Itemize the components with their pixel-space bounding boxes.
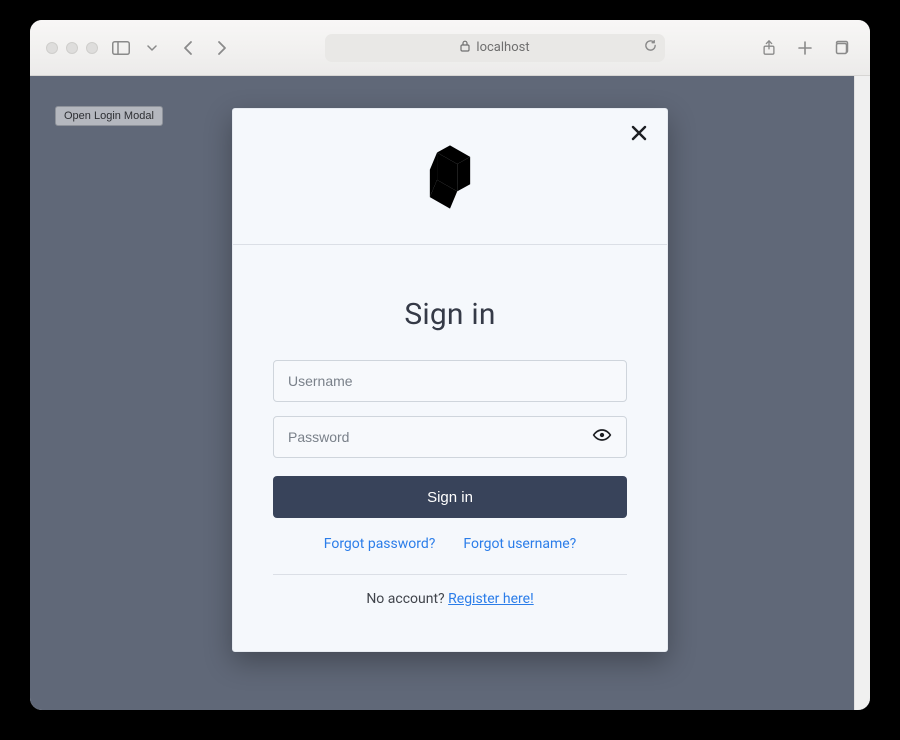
- signup-row: No account? Register here!: [273, 591, 627, 607]
- window-close-dot[interactable]: [46, 42, 58, 54]
- new-tab-button[interactable]: [792, 36, 818, 60]
- register-link[interactable]: Register here!: [448, 591, 534, 607]
- password-field-wrapper: [273, 416, 627, 458]
- open-login-modal-button[interactable]: Open Login Modal: [55, 106, 163, 126]
- password-input[interactable]: [286, 428, 590, 446]
- tab-dropdown-button[interactable]: [144, 36, 160, 60]
- divider: [273, 574, 627, 575]
- modal-body: Sign in Sign in Forg: [233, 245, 667, 651]
- forgot-password-link[interactable]: Forgot password?: [324, 536, 436, 552]
- sidebar-toggle-button[interactable]: [108, 36, 134, 60]
- lock-icon: [460, 40, 470, 56]
- sign-in-button[interactable]: Sign in: [273, 476, 627, 518]
- toggle-password-visibility-button[interactable]: [590, 425, 614, 449]
- window-minimize-dot[interactable]: [66, 42, 78, 54]
- login-modal: Sign in Sign in Forg: [232, 108, 668, 652]
- modal-title: Sign in: [273, 297, 627, 332]
- share-button[interactable]: [756, 36, 782, 60]
- username-field-wrapper: [273, 360, 627, 402]
- nav-back-button[interactable]: [176, 36, 202, 60]
- browser-toolbar: localhost: [30, 20, 870, 76]
- modal-header: [233, 109, 667, 245]
- no-account-text: No account?: [366, 591, 448, 607]
- nav-forward-button[interactable]: [208, 36, 234, 60]
- helper-links: Forgot password? Forgot username?: [273, 536, 627, 552]
- window-controls: [46, 42, 98, 54]
- brand-logo-icon: [414, 141, 486, 213]
- address-bar[interactable]: localhost: [325, 34, 665, 62]
- page-viewport: Open Login Modal: [30, 76, 870, 710]
- window-zoom-dot[interactable]: [86, 42, 98, 54]
- eye-icon: [592, 425, 612, 449]
- reload-icon[interactable]: [644, 39, 657, 56]
- forgot-username-link[interactable]: Forgot username?: [463, 536, 576, 552]
- close-icon: [630, 124, 648, 147]
- modal-close-button[interactable]: [625, 121, 653, 149]
- username-input[interactable]: [286, 372, 614, 390]
- tab-overview-button[interactable]: [828, 36, 854, 60]
- browser-window: localhost Open Login Mod: [30, 20, 870, 710]
- address-bar-text: localhost: [476, 40, 529, 55]
